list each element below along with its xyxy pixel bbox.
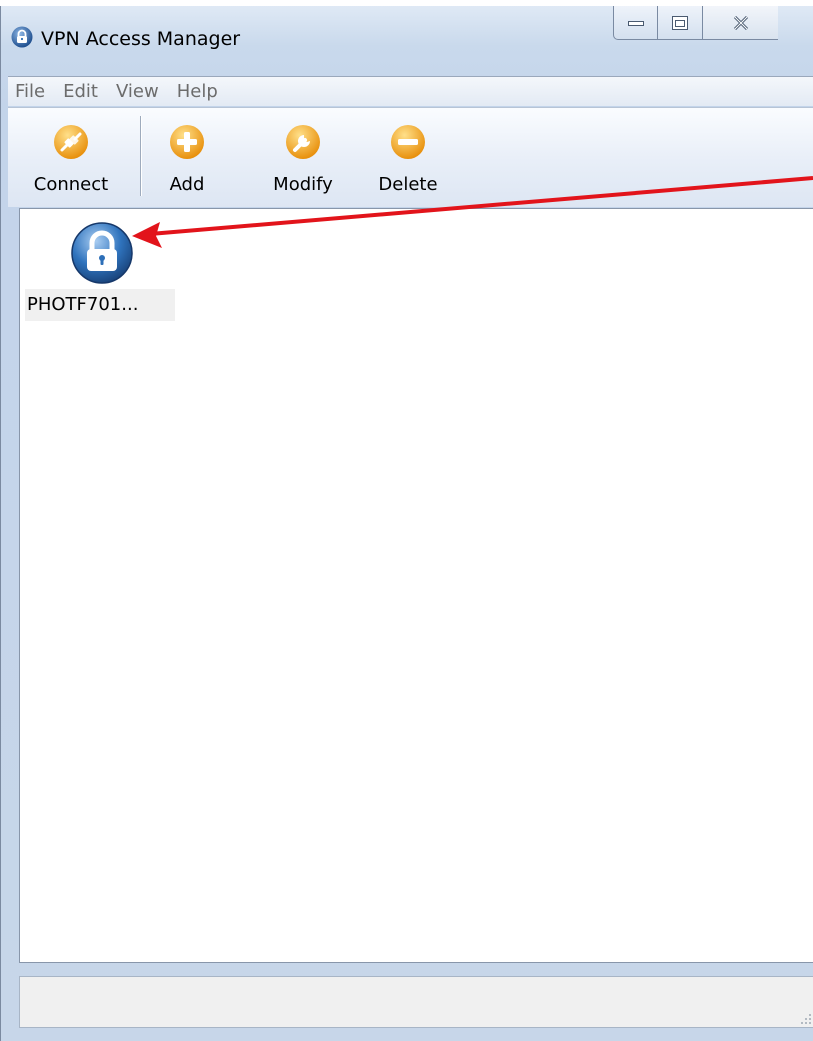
title-bar[interactable]: VPN Access Manager — [1, 6, 813, 66]
padlock-icon — [11, 26, 33, 48]
menu-view[interactable]: View — [116, 81, 159, 102]
minimize-icon — [627, 20, 644, 26]
padlock-icon — [71, 222, 133, 284]
menu-file[interactable]: File — [15, 81, 45, 102]
wrench-icon — [286, 125, 320, 159]
minus-icon — [391, 125, 425, 159]
close-icon — [733, 15, 748, 30]
menu-bar: File Edit View Help — [8, 76, 813, 106]
menu-help[interactable]: Help — [177, 81, 218, 102]
connection-item[interactable]: PHOTF701... — [25, 215, 175, 321]
menu-edit[interactable]: Edit — [63, 81, 98, 102]
status-bar — [19, 976, 813, 1028]
plus-icon — [170, 125, 204, 159]
add-button[interactable]: Add — [158, 108, 216, 204]
add-label: Add — [169, 174, 205, 195]
connect-button[interactable]: Connect — [14, 108, 128, 204]
close-button[interactable] — [703, 6, 778, 40]
maximize-button[interactable] — [658, 6, 703, 40]
delete-button[interactable]: Delete — [368, 108, 448, 204]
delete-label: Delete — [378, 174, 438, 195]
resize-grip-icon[interactable] — [800, 1013, 812, 1025]
toolbar-separator — [140, 116, 141, 196]
toolbar: Connect Add Modify Delete — [8, 107, 813, 207]
modify-label: Modify — [273, 174, 333, 195]
maximize-icon — [672, 15, 688, 30]
caption-buttons — [613, 6, 778, 40]
connect-label: Connect — [33, 174, 109, 195]
window-title: VPN Access Manager — [41, 28, 241, 50]
modify-button[interactable]: Modify — [263, 108, 343, 204]
app-window: VPN Access Manager File Edit View Help C… — [0, 6, 813, 1041]
connect-plug-icon — [54, 125, 88, 159]
connection-label: PHOTF701... — [25, 289, 175, 321]
connection-list[interactable]: PHOTF701... — [19, 208, 813, 963]
minimize-button[interactable] — [613, 6, 658, 40]
